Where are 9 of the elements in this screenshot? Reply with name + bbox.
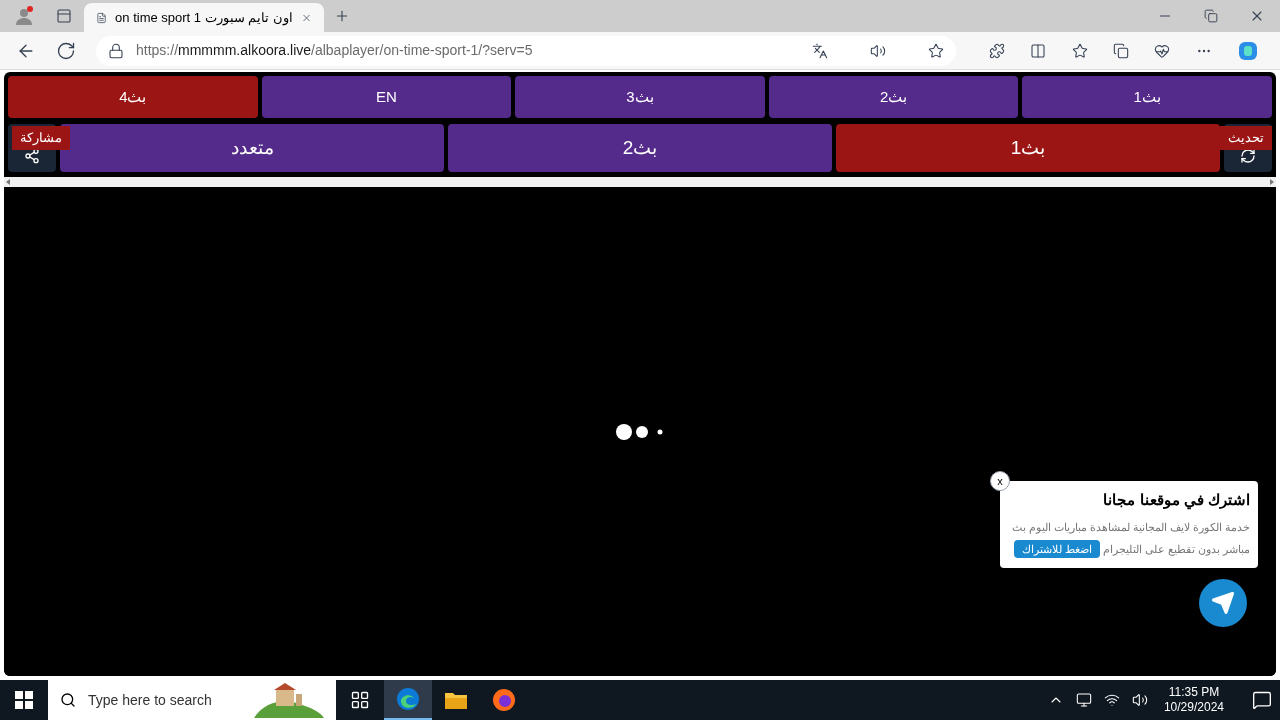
refresh-tooltip: تحديث: [1220, 126, 1272, 150]
popup-text: خدمة الكورة لايف المجانية لمشاهدة مباريات اليوم بث مباشر بدون تقطيع على التليجرام اضغط للاشتراك: [1008, 515, 1250, 560]
clock-date: 10/29/2024: [1163, 700, 1224, 715]
search-placeholder: Type here to search: [88, 690, 213, 710]
url-text: https://mmmmm.alkoora.live/albaplayer/on-time-sport-1/?serv=5: [136, 41, 534, 60]
tab-title: on time sport 1 اون تايم سبورت: [115, 8, 293, 28]
clock-time: 11:35 PM: [1168, 685, 1220, 700]
share-tooltip: مشاركة: [12, 126, 70, 150]
popup-title: اشترك في موقعنا مجانا: [1102, 490, 1250, 512]
